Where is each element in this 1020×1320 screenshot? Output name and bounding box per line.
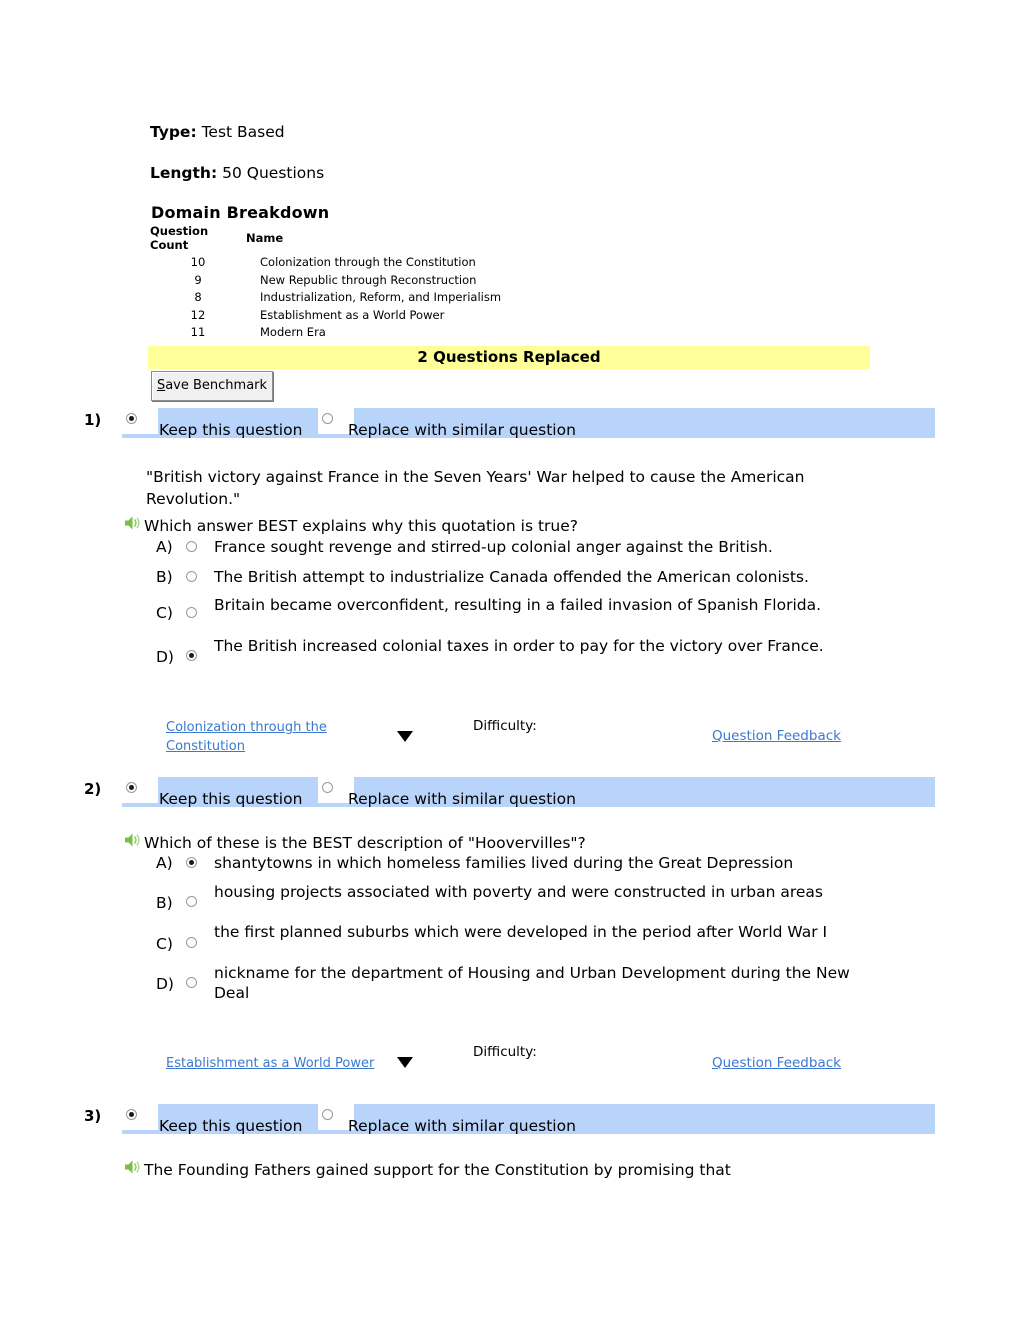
speaker-icon[interactable] <box>124 515 142 531</box>
option-text-1c: Britain became overconfident, resulting … <box>214 596 822 614</box>
domain-count: 10 <box>190 255 206 269</box>
option-radio-1a[interactable] <box>186 541 197 552</box>
table-row: 10 Colonization through the Constitution <box>150 254 501 272</box>
domain-name: Establishment as a World Power <box>260 307 445 322</box>
save-benchmark-button[interactable]: Save Benchmark <box>151 371 273 401</box>
table-row: 11 Modern Era <box>150 324 501 342</box>
keep-question-label-1[interactable]: Keep this question <box>159 421 302 439</box>
table-row: 8 Industrialization, Reform, and Imperia… <box>150 289 501 307</box>
domain-count: 9 <box>194 272 202 287</box>
option-letter-2d: D) <box>156 975 174 993</box>
benchmark-editor-page: Type: Test Based Length: 50 Questions Do… <box>0 0 1020 1320</box>
replace-question-radio-2[interactable] <box>322 782 333 793</box>
option-letter-1d: D) <box>156 648 174 666</box>
domain-name: Industrialization, Reform, and Imperiali… <box>260 290 502 304</box>
column-header-name: Name <box>246 231 284 245</box>
keep-question-label-3[interactable]: Keep this question <box>159 1117 302 1135</box>
domain-breakdown-title: Domain Breakdown <box>151 203 330 222</box>
question-quote-1: "British victory against France in the S… <box>146 468 805 508</box>
replace-question-label-1[interactable]: Replace with similar question <box>348 421 576 439</box>
keep-question-label-2[interactable]: Keep this question <box>159 790 302 808</box>
question-stem-3: The Founding Fathers gained support for … <box>144 1161 731 1179</box>
option-letter-2c: C) <box>156 935 173 953</box>
domain-link-2[interactable]: Establishment as a World Power <box>166 1054 406 1073</box>
option-text-1d: The British increased colonial taxes in … <box>214 637 824 655</box>
difficulty-label-1: Difficulty: <box>473 718 537 734</box>
option-letter-2b: B) <box>156 894 173 912</box>
domain-count: 8 <box>194 290 202 304</box>
option-radio-2c[interactable] <box>186 937 197 948</box>
test-type-value: Test Based <box>201 123 285 141</box>
option-radio-2b[interactable] <box>186 896 197 907</box>
domain-name: Colonization through the Constitution <box>260 255 476 269</box>
replace-question-radio-1[interactable] <box>322 413 333 424</box>
chevron-down-icon-2[interactable] <box>397 1057 413 1068</box>
difficulty-label-2: Difficulty: <box>473 1044 537 1060</box>
test-length-value: 50 Questions <box>222 164 325 182</box>
domain-name: New Republic through Reconstruction <box>260 272 477 287</box>
test-type-label: Type: <box>150 123 197 141</box>
option-letter-1c: C) <box>156 604 173 622</box>
test-type-line: Type: Test Based <box>150 122 285 142</box>
chevron-down-icon-1[interactable] <box>397 731 413 742</box>
domain-breakdown-table: Question Count Name 10 Colonization thro… <box>150 224 501 342</box>
table-row: 12 Establishment as a World Power <box>150 307 501 325</box>
question-stem-1: Which answer BEST explains why this quot… <box>144 517 579 535</box>
option-text-2c: the first planned suburbs which were dev… <box>214 923 828 941</box>
option-letter-1b: B) <box>156 568 173 586</box>
save-accel-letter: S <box>156 378 166 393</box>
option-text-2b: housing projects associated with poverty… <box>214 883 823 901</box>
option-text-2a: shantytowns in which homeless families l… <box>214 854 794 872</box>
keep-question-radio-2[interactable] <box>126 782 137 793</box>
question-number-3: 3) <box>84 1107 102 1125</box>
domain-name: Modern Era <box>260 325 326 339</box>
column-header-question-count: Question Count <box>150 224 209 252</box>
test-length-label: Length: <box>150 164 218 182</box>
question-number-1: 1) <box>84 411 102 429</box>
option-text-1b: The British attempt to industrialize Can… <box>214 568 809 586</box>
table-header-row: Question Count Name <box>150 224 501 254</box>
question-feedback-link-1[interactable]: Question Feedback <box>712 728 841 744</box>
domain-link-1[interactable]: Colonization through the Constitution <box>166 718 366 756</box>
replace-question-label-2[interactable]: Replace with similar question <box>348 790 576 808</box>
replace-question-label-3[interactable]: Replace with similar question <box>348 1117 576 1135</box>
domain-count: 12 <box>190 307 206 322</box>
option-radio-1c[interactable] <box>186 607 197 618</box>
questions-replaced-banner: 2 Questions Replaced <box>148 346 870 369</box>
option-letter-2a: A) <box>156 854 173 872</box>
option-radio-1b[interactable] <box>186 571 197 582</box>
speaker-icon[interactable] <box>124 1159 142 1175</box>
replace-question-radio-3[interactable] <box>322 1109 333 1120</box>
option-letter-1a: A) <box>156 538 173 556</box>
keep-question-radio-3[interactable] <box>126 1109 137 1120</box>
test-length-line: Length: 50 Questions <box>150 163 324 183</box>
table-row: 9 New Republic through Reconstruction <box>150 272 501 290</box>
keep-question-radio-1[interactable] <box>126 413 137 424</box>
domain-count: 11 <box>190 325 206 339</box>
question-stem-2: Which of these is the BEST description o… <box>144 834 586 852</box>
option-radio-2a[interactable] <box>186 857 197 868</box>
option-radio-1d[interactable] <box>186 650 197 661</box>
option-text-1a: France sought revenge and stirred-up col… <box>214 538 773 556</box>
option-text-2d: nickname for the department of Housing a… <box>214 964 850 1002</box>
option-radio-2d[interactable] <box>186 977 197 988</box>
save-button-label: ave Benchmark <box>165 378 268 393</box>
speaker-icon[interactable] <box>124 832 142 848</box>
question-feedback-link-2[interactable]: Question Feedback <box>712 1055 841 1071</box>
question-number-2: 2) <box>84 780 102 798</box>
